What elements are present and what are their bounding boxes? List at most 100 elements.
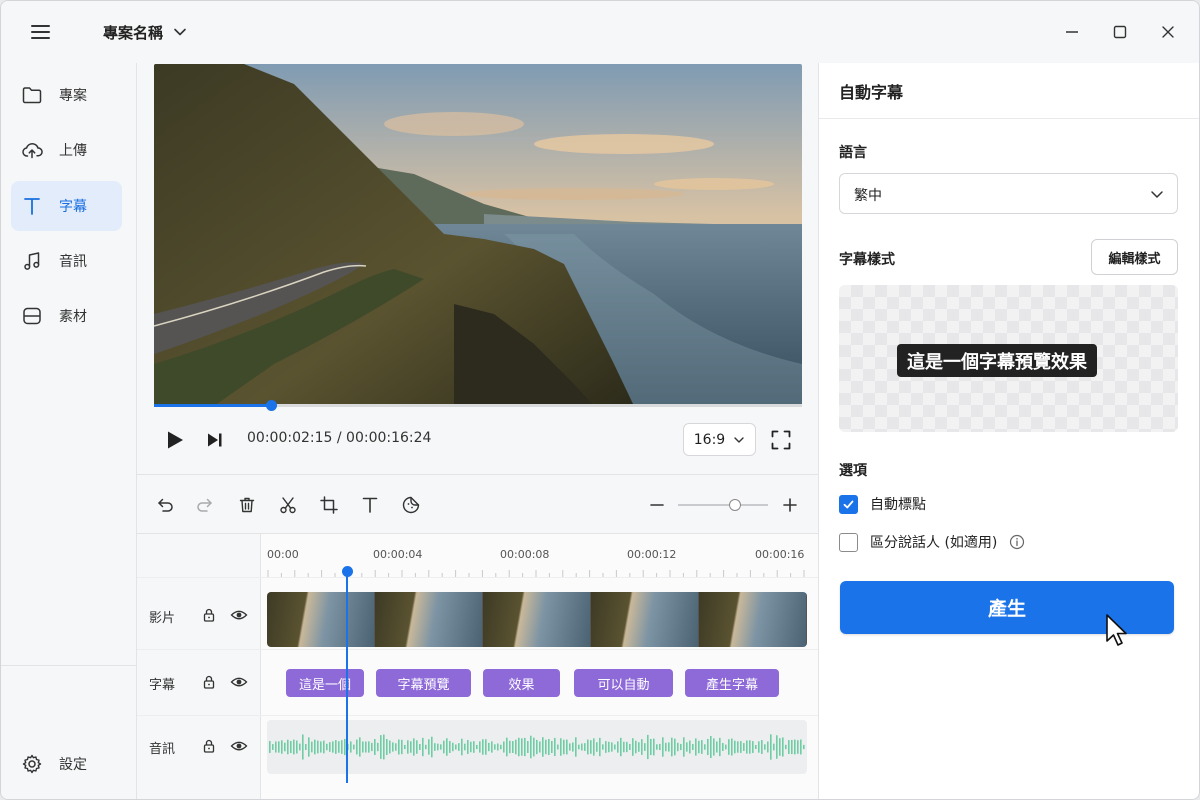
waveform-bar [713,738,715,756]
waveform-bar [563,739,565,755]
cloud-upload-icon [22,142,43,159]
waveform-bar [542,737,544,757]
waveform-bar [398,739,400,755]
waveform-bar [338,741,340,753]
waveform-bar [305,744,307,750]
waveform-bar [521,738,523,756]
waveform-bar [407,740,409,754]
sidebar-item-label: 素材 [59,309,87,325]
skip-next-icon[interactable] [204,429,226,451]
sidebar-item-label: 專案 [59,88,87,104]
waveform-bar [662,737,664,757]
waveform-bar [371,742,373,752]
sidebar-item-settings[interactable]: 設定 [11,739,122,789]
playhead[interactable] [345,573,348,783]
waveform-bar [395,743,397,751]
sidebar-item-audio[interactable]: 音訊 [11,236,122,286]
zoom-slider-handle[interactable] [728,499,741,511]
lock-icon[interactable] [200,673,218,691]
waveform-bar [533,737,535,757]
subtitle-clip[interactable]: 字幕預覽 [376,669,471,697]
speaker-diarization-checkbox[interactable] [839,532,858,552]
undo-icon[interactable] [154,494,176,516]
zoom-out-icon[interactable] [646,494,668,516]
hamburger-menu-icon[interactable] [29,20,53,44]
waveform-bar [503,741,505,753]
minimize-icon[interactable] [1057,17,1087,47]
redo-icon[interactable] [194,494,216,516]
language-select[interactable]: 繁中 [839,173,1178,214]
waveform-bar [470,741,472,753]
waveform-bar [743,743,745,751]
playhead-handle[interactable] [341,566,353,577]
waveform-bar [431,736,433,758]
lock-icon[interactable] [200,606,218,624]
edit-style-button[interactable]: 編輯樣式 [1091,239,1178,275]
waveform-bar [389,740,391,754]
waveform-bar [332,741,334,753]
text-icon[interactable] [359,494,381,516]
eye-icon[interactable] [230,606,248,624]
waveform-bar [515,739,517,755]
waveform-bar [641,739,643,755]
close-icon[interactable] [1153,17,1183,47]
auto-punctuation-option[interactable]: 自動標點 [839,494,926,514]
waveform-bar [518,737,520,757]
sticker-icon[interactable] [400,494,422,516]
waveform-bar [551,740,553,754]
audio-clip[interactable] [267,720,807,774]
aspect-ratio-select[interactable]: 16:9 [683,423,756,456]
project-name-dropdown[interactable]: 專案名稱 [103,20,187,44]
waveform-bar [278,741,280,753]
waveform-bar [374,739,376,755]
music-note-icon [24,252,40,270]
maximize-icon[interactable] [1105,17,1135,47]
eye-icon[interactable] [230,673,248,691]
waveform-bar [368,741,370,753]
waveform-bar [593,738,595,756]
sidebar-item-assets[interactable]: 素材 [11,291,122,341]
subtitle-clip[interactable]: 效果 [483,669,560,697]
sidebar-item-subtitles[interactable]: 字幕 [11,181,122,231]
waveform-bar [452,742,454,752]
video-preview[interactable] [154,64,802,406]
play-icon[interactable] [163,428,187,452]
waveform-bar [572,742,574,752]
waveform-bar [794,739,796,755]
fullscreen-icon[interactable] [769,428,793,452]
waveform-bar [536,739,538,755]
delete-icon[interactable] [236,494,258,516]
sidebar-item-label: 上傳 [59,143,87,159]
lock-icon[interactable] [200,737,218,755]
waveform-bar [620,737,622,757]
waveform-bar [341,740,343,754]
ruler-label: 00:00 [267,548,299,561]
generate-button[interactable]: 產生 [840,581,1174,634]
waveform-bar [749,740,751,754]
subtitle-clip[interactable]: 這是一個 [286,669,364,697]
waveform-bar [614,744,616,750]
waveform-bar [575,737,577,757]
track-name-subtitles: 字幕 [149,678,176,693]
check-icon [843,500,854,508]
auto-punctuation-checkbox[interactable] [839,494,858,514]
subtitle-clip[interactable]: 產生字幕 [685,669,779,697]
waveform-bar [296,740,298,754]
waveform-bar [356,739,358,755]
playback-progress-bar[interactable] [154,400,802,411]
sidebar-item-projects[interactable]: 專案 [11,70,122,120]
chevron-down-icon [174,28,186,36]
sidebar-item-upload[interactable]: 上傳 [11,125,122,175]
eye-icon[interactable] [230,737,248,755]
zoom-in-icon[interactable] [779,494,801,516]
timeline-zoom-slider[interactable] [678,499,768,511]
video-clip[interactable] [267,592,807,647]
playback-scrubber-handle[interactable] [265,400,277,411]
speaker-diarization-option[interactable]: 區分說話人 (如適用) [839,532,1025,552]
waveform-bar [392,742,394,752]
info-icon[interactable] [1009,534,1025,550]
cut-icon[interactable] [277,494,299,516]
crop-icon[interactable] [318,494,340,516]
subtitle-clip[interactable]: 可以自動 [574,669,673,697]
waveform-bar [404,744,406,750]
